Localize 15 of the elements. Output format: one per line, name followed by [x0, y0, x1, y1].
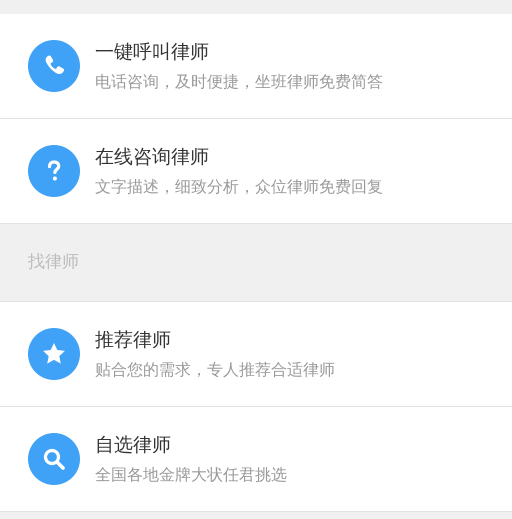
phone-icon — [28, 40, 80, 92]
menu-item[interactable]: 在线咨询律师 文字描述，细致分析，众位律师免费回复 — [0, 119, 512, 224]
item-title: 自选律师 — [95, 434, 172, 457]
menu-item[interactable]: 一键呼叫律师 电话咨询，及时便捷，坐班律师免费简答 — [0, 14, 512, 119]
menu-item[interactable]: 推荐律师 贴合您的需求，专人推荐合适律师 — [0, 302, 512, 407]
item-subtitle: 贴合您的需求，专人推荐合适律师 — [95, 360, 335, 379]
item-title: 推荐律师 — [95, 329, 172, 352]
search-icon — [28, 433, 80, 485]
menu-item[interactable]: 自选律师 全国各地金牌大状任君挑选 — [0, 407, 512, 512]
item-subtitle: 全国各地金牌大状任君挑选 — [95, 464, 287, 484]
item-title: 一键呼叫律师 — [95, 41, 210, 64]
item-subtitle: 文字描述，细致分析，众位律师免费回复 — [95, 176, 383, 196]
item-title: 在线咨询律师 — [95, 146, 210, 169]
item-subtitle: 电话咨询，及时便捷，坐班律师免费简答 — [95, 72, 383, 91]
question-icon — [28, 145, 80, 197]
